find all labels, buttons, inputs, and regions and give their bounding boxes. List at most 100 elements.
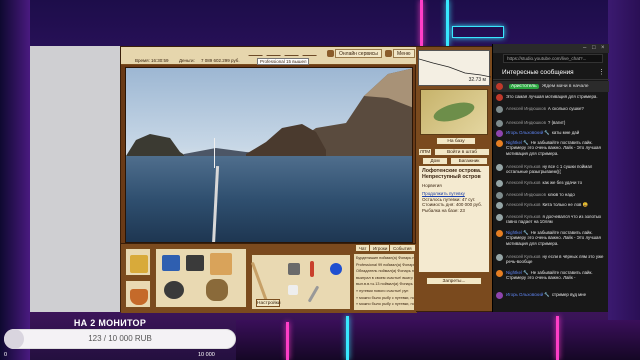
map-scale: 32.73 м <box>468 77 486 83</box>
chat-message: Игорь Ольховский 🔧 стример вуд мне <box>496 292 606 299</box>
avatar <box>496 230 503 237</box>
bag-icon[interactable] <box>210 253 232 275</box>
close-icon[interactable]: × <box>601 45 606 51</box>
minimize-icon[interactable]: – <box>583 45 588 51</box>
message-author[interactable]: Алексей Кульков <box>506 180 540 185</box>
lure-icon[interactable] <box>307 285 320 303</box>
bait-can-icon[interactable] <box>130 255 148 273</box>
tab-events[interactable]: События <box>389 244 416 252</box>
sack-icon[interactable] <box>206 279 228 301</box>
trip-line: Рыбалка на базе: 23 <box>422 207 465 213</box>
chat-message: Алексей Кульков ну все с 1 сушки поймал о… <box>496 164 606 175</box>
rod-slot-icon[interactable] <box>248 48 268 56</box>
chat-message: Nightkel 🔧 Не забывайте поставить лайк. С… <box>496 230 606 246</box>
message-text: клюв то надо <box>547 192 575 197</box>
neon-stripe <box>346 316 349 360</box>
line-spool-icon[interactable] <box>330 263 342 275</box>
avatar <box>496 180 503 187</box>
message-author[interactable]: Nightkel 🔧 <box>506 270 529 275</box>
rod-slot-icon[interactable] <box>266 48 286 56</box>
float-icon[interactable] <box>310 261 314 277</box>
message-author[interactable]: Алексей Кульков <box>506 202 540 207</box>
money-label: Деньги: <box>179 58 195 63</box>
more-vert-icon[interactable]: ⋮ <box>598 66 605 80</box>
background-right-panel <box>608 0 640 360</box>
avatar <box>496 270 503 277</box>
menu-button[interactable]: Меню <box>393 49 415 58</box>
chat-header: Интересные сообщения ⋮ <box>493 66 609 80</box>
message-author[interactable]: Алексей Индюшков <box>506 106 546 111</box>
money-value: 7 089 602.299 руб. <box>201 58 240 63</box>
message-author[interactable]: Игорь Ольховский 🔧 <box>506 130 550 135</box>
game-bottom-panel: Настройки Чат Игроки События Бурденишин … <box>121 243 417 313</box>
chat-message: Алексей Индюшков А сколько сушке? <box>496 106 606 113</box>
rod-slot-icon[interactable] <box>284 48 304 56</box>
inventory-slot[interactable] <box>125 280 151 308</box>
online-services-button[interactable]: Онлайн сервисы <box>335 49 382 58</box>
donation-min-label: 0 <box>4 352 8 358</box>
message-author[interactable]: Алексей Индюшков <box>506 120 546 125</box>
lpm-button[interactable]: ЛПМ <box>418 148 432 156</box>
rod-slots[interactable] <box>247 48 327 57</box>
island-left <box>126 134 186 156</box>
message-author[interactable]: Nightkel 🔧 <box>506 230 529 235</box>
message-author[interactable]: Алексей Кульков <box>506 214 540 219</box>
location-info: Лофотенские острова. Непреступный остров… <box>418 165 490 273</box>
rig-settings-button[interactable]: Настройки <box>256 299 281 307</box>
background-left-panel <box>0 0 30 360</box>
fishing-scene[interactable] <box>125 67 413 243</box>
game-right-panel: 32.73 м На базу ЛПМ Войти в штаб Дом Баг… <box>416 46 492 312</box>
reel-icon[interactable] <box>288 263 300 275</box>
message-text: каты мне дай <box>551 130 580 135</box>
depth-map[interactable]: 32.73 м <box>418 50 491 86</box>
tackle-box[interactable] <box>155 248 247 308</box>
log-line: выиграл в своем счастье! выигр <box>356 275 413 280</box>
pinned-message[interactable]: Аристотель Ждем мачи в начале <box>493 81 609 92</box>
bucket-icon[interactable] <box>130 289 148 305</box>
message-author[interactable]: Nightkel 🔧 <box>506 140 529 145</box>
hook-icon[interactable] <box>288 285 298 295</box>
avatar <box>496 292 503 299</box>
fishing-line <box>214 138 215 168</box>
message-author[interactable]: Алексей Кульков <box>506 164 540 169</box>
log-line: Бурденишин поймал(а) Фонарь на 4820.996 … <box>356 256 415 260</box>
rod-slot-icon[interactable] <box>302 48 322 56</box>
fishing-game-window[interactable]: Время: 16:30:59 Деньги: 7 089 602.299 ру… <box>120 46 417 313</box>
address-bar[interactable]: https://studio.youtube.com/live_chat?... <box>503 54 603 63</box>
lantern-icon[interactable] <box>186 255 204 271</box>
prohibitions-button[interactable]: Запреты... <box>426 277 482 285</box>
chat-mode-title[interactable]: Интересные сообщения <box>502 69 574 76</box>
message-author[interactable]: Алексей Индюшков <box>506 192 546 197</box>
menu-icon[interactable] <box>385 50 392 57</box>
inventory-slot[interactable] <box>125 248 151 276</box>
house-button[interactable]: Дом <box>422 157 448 165</box>
to-base-button[interactable]: На базу <box>436 137 476 145</box>
chat-messages: Это самая лучшая мотивация для стримера.… <box>493 94 609 312</box>
chat-message: Алексей Индюшков клюв то надо <box>496 192 606 199</box>
message-author[interactable]: Алексей Кульков <box>506 254 540 259</box>
maximize-icon[interactable]: □ <box>592 45 597 51</box>
sea-water <box>126 156 412 242</box>
message-author[interactable]: Игорь Ольховский 🔧 <box>506 292 550 297</box>
rod-icon[interactable] <box>250 261 269 303</box>
message-text: Кита только не лов 😀 <box>542 202 589 207</box>
go-to-hq-button[interactable]: Войти в штаб <box>434 148 490 156</box>
log-line: Professional 99 поймал(а) Фонарь на 3982… <box>356 262 415 267</box>
luggage-button[interactable]: Багажник <box>450 157 488 165</box>
neon-stripe <box>556 316 559 360</box>
time-label: Время: <box>135 58 150 63</box>
chat-message: Nightkel 🔧 Не забывайте поставить лайк. С… <box>496 140 606 156</box>
avatar <box>496 130 503 137</box>
pot-icon[interactable] <box>164 281 184 299</box>
browser-titlebar: – □ × <box>493 44 609 53</box>
rig-panel[interactable]: Настройки <box>250 254 351 310</box>
services-icon[interactable] <box>327 50 334 57</box>
tackle-box-icon[interactable] <box>162 255 180 271</box>
log-line: » можно было рыбу с путевки, но ... <box>356 302 415 307</box>
log-line: Обладатель поймал(а) Фонарь на 1392.389 … <box>356 269 414 274</box>
live-chat-window: – □ × https://studio.youtube.com/live_ch… <box>492 44 609 312</box>
avatar <box>496 120 503 127</box>
avatar <box>496 202 503 209</box>
neon-stripe <box>286 322 289 360</box>
log-line: » можно было рыбу с путевки, но ... <box>356 295 415 300</box>
